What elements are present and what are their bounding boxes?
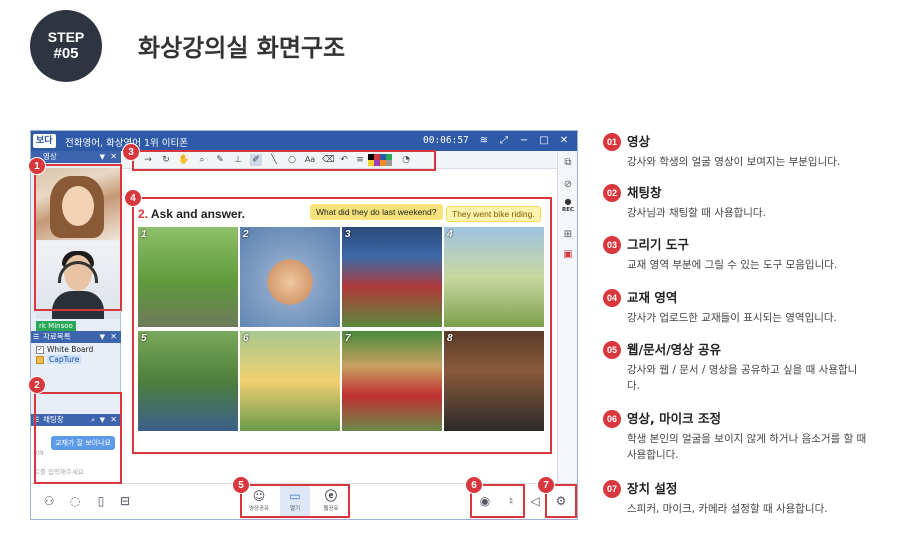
close-icon[interactable]: ✕ [110,151,117,163]
highlight-textbook [132,197,552,454]
maximize-button[interactable]: □ [537,134,551,148]
app-logo: 보다 [33,134,56,148]
legend-item-sharing: 05 웹/문서/영상 공유 강사와 웹 / 문서 / 영상을 공유하고 싶을 때… [603,341,893,399]
materials-list: ✓ White Board CapTure [31,345,121,365]
right-toolbar: ⧉ ⊘ ● REC ⊞ ▣ [557,151,577,483]
marker-3: 3 [122,143,140,161]
phone-icon[interactable]: ▯ [93,493,109,509]
materials-panel-header: ☰ 자료목록 ▼ ✕ [31,331,121,343]
highlight-share [240,484,350,518]
wifi-icon: ≋ [479,135,489,146]
student-name-tag: rk Minsoo [36,321,76,331]
network-icon[interactable]: ⊟ [117,493,133,509]
step-badge: STEP #05 [30,10,102,82]
class-timer: 00:06:57 [423,135,469,146]
screen-record-icon[interactable]: ▣ [558,249,578,260]
title-bar: 보다 전화영어, 화상영어 1위 이티폰 00:06:57 ≋ ⤢ − □ ✕ [31,131,577,151]
marker-7: 7 [537,476,555,494]
highlight-toolbar [132,150,436,171]
material-item-capture[interactable]: CapTure [31,355,121,365]
legend-item-video: 01 영상 강사와 학생의 얼굴 영상이 보여지는 부분입니다. [603,133,893,173]
restore-button[interactable]: ⤢ [497,134,511,148]
checkbox-icon[interactable]: ✓ [36,346,44,354]
marker-4: 4 [124,189,142,207]
step-label: STEP [47,29,85,46]
menu-icon[interactable]: ☰ [33,331,39,343]
page-title: 화상강의실 화면구조 [138,34,346,62]
chat-icon[interactable]: ◌ [67,493,83,509]
material-item-whiteboard[interactable]: ✓ White Board [31,345,121,355]
highlight-video [34,164,122,311]
mic-off-icon[interactable]: ⊘ [558,179,578,190]
pin-icon[interactable]: ▼ [100,151,105,163]
materials-panel-title: 자료목록 [43,332,71,341]
marker-2: 2 [28,376,46,394]
legend-item-av-controls: 06 영상, 마이크 조정 학생 본인의 얼굴을 보이지 않게 하거나 음소거를… [603,410,893,468]
legend-item-drawing-tools: 03 그리기 도구 교재 영역 부분에 그릴 수 있는 도구 모음입니다. [603,236,893,276]
add-camera-icon[interactable]: ⧉ [558,157,578,168]
legend-item-device-settings: 07 장치 설정 스피커, 마이크, 카메라 설정할 때 사용합니다. [603,480,893,520]
close-button[interactable]: ✕ [557,134,571,148]
grid-icon[interactable]: ⊞ [558,229,578,240]
speaker-icon[interactable]: ◁ [527,493,543,509]
pin-icon[interactable]: ▼ [100,331,105,343]
legend-item-chat: 02 채팅창 강사님과 채팅할 때 사용합니다. [603,184,893,224]
user-icon[interactable]: ⚇ [41,493,57,509]
legend-item-textbook-area: 04 교재 영역 강사가 업로드한 교재들이 표시되는 영역입니다. [603,289,893,329]
close-icon[interactable]: ✕ [110,331,117,343]
video-panel-title: 영상 [43,152,57,161]
marker-1: 1 [28,157,46,175]
record-icon[interactable]: ● [558,197,578,206]
minimize-button[interactable]: − [517,134,531,148]
folder-icon [36,356,44,364]
step-number: #05 [53,45,79,63]
highlight-chat [34,392,122,484]
rec-label: REC [561,207,575,213]
marker-5: 5 [232,476,250,494]
marker-6: 6 [465,476,483,494]
